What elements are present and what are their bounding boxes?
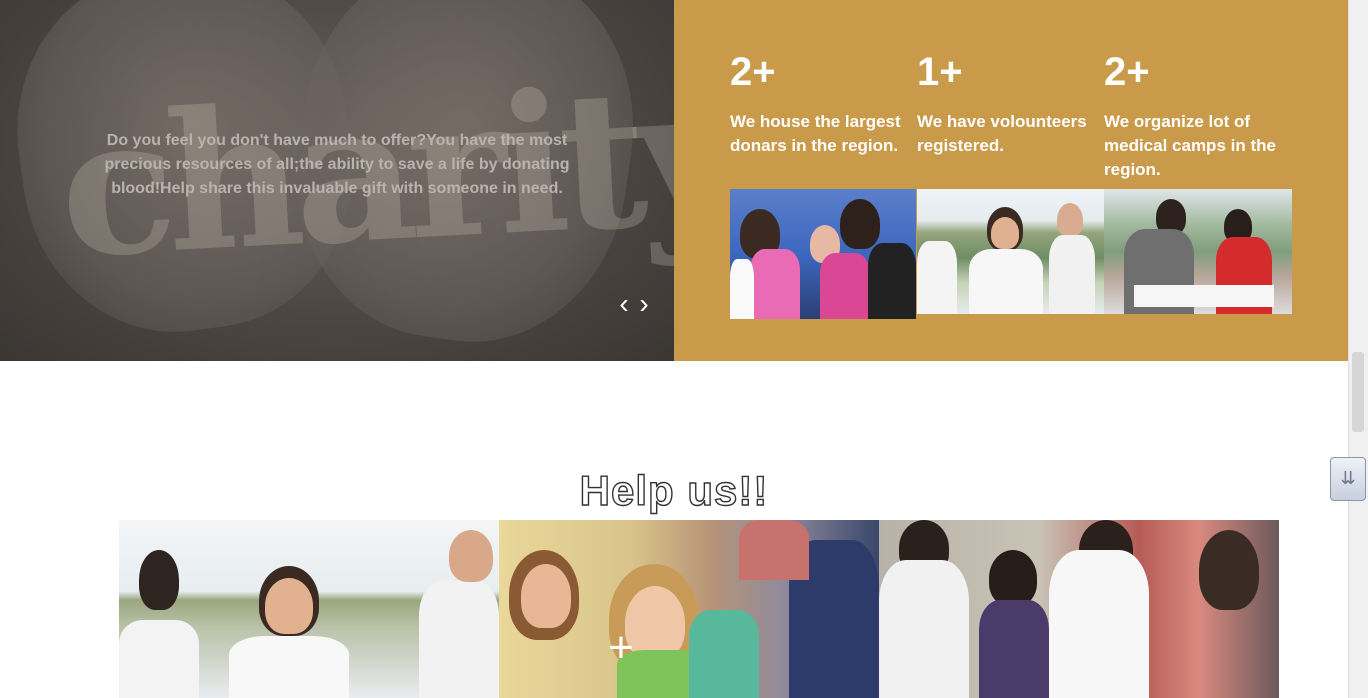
slider-controls: ‹ › [616, 290, 652, 318]
page-scrollbar[interactable] [1348, 0, 1368, 698]
section-title: Help us!! [579, 466, 769, 514]
scrollbar-thumb[interactable] [1352, 352, 1364, 432]
photo-volunteer-thumbs-up [917, 189, 1104, 314]
scroll-down-icon[interactable]: ⇊ [1330, 457, 1366, 501]
stat-description: We organize lot of medical camps in the … [1104, 112, 1276, 179]
hero-slider: charity Do you feel you don't have much … [0, 0, 674, 361]
stat-description: We have volounteers registered. [917, 112, 1087, 155]
help-gallery: + [119, 520, 1279, 698]
stat-number: 1+ [917, 50, 963, 94]
gallery-item-medical[interactable] [879, 520, 1279, 698]
gallery-item-volunteers[interactable] [119, 520, 499, 698]
stat-number: 2+ [1104, 50, 1150, 94]
page: charity Do you feel you don't have much … [0, 0, 1368, 698]
stat-description: We house the largest donars in the regio… [730, 112, 901, 155]
photo-medical-camp [1104, 189, 1292, 314]
plus-icon[interactable]: + [603, 626, 639, 670]
hero-text: Do you feel you don't have much to offer… [104, 132, 570, 197]
stat-number: 2+ [730, 50, 776, 94]
photo-team-huddle [730, 189, 916, 319]
gallery-item-children[interactable]: + [499, 520, 879, 698]
slider-next-icon[interactable]: › [636, 290, 652, 318]
stat-volunteers: 1+ We have volounteers registered. [917, 50, 1097, 158]
stat-camps: 2+ We organize lot of medical camps in t… [1104, 50, 1284, 182]
slider-prev-icon[interactable]: ‹ [616, 290, 632, 318]
stat-donors: 2+ We house the largest donars in the re… [730, 50, 910, 158]
